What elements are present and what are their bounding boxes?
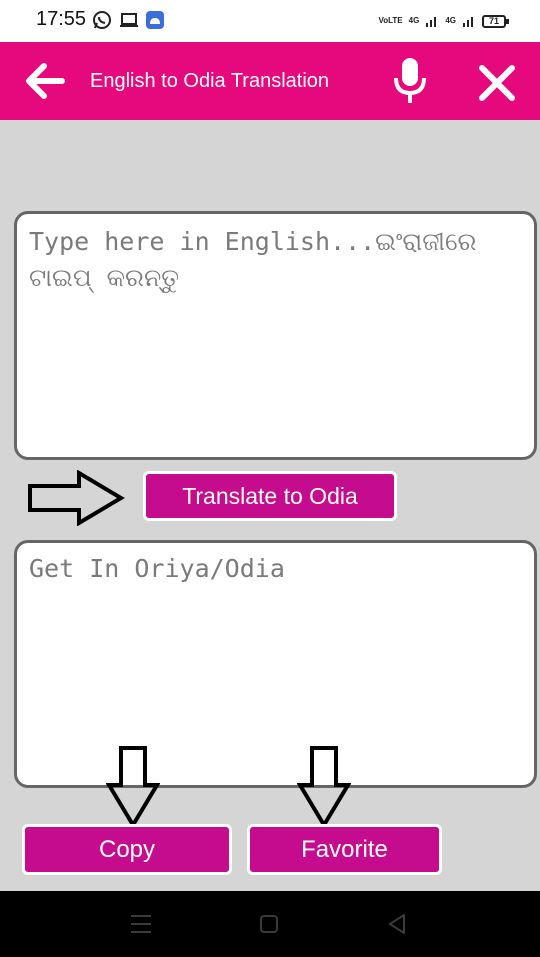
home-icon[interactable] [258, 913, 280, 935]
network-label-2: 4G [445, 16, 456, 25]
odia-output-box [14, 540, 537, 788]
arrow-down-icon [297, 746, 351, 829]
status-bar: 17:55 VoLTE 4G 4G 71 [0, 0, 540, 42]
arrow-right-icon [28, 470, 125, 526]
app-bar: English to Odia Translation [0, 42, 540, 120]
battery-icon: 71 [482, 14, 509, 28]
notification-icons [92, 10, 164, 30]
translate-button[interactable]: Translate to Odia [143, 471, 397, 521]
odia-output[interactable] [29, 551, 522, 777]
microphone-icon[interactable] [388, 56, 432, 106]
favorite-button[interactable]: Favorite [247, 824, 442, 875]
status-time: 17:55 [36, 8, 87, 30]
system-icons: VoLTE 4G 4G 71 [378, 14, 509, 28]
laptop-icon [120, 13, 138, 27]
signal-icon [463, 17, 473, 27]
page-title: English to Odia Translation [90, 70, 330, 92]
arrow-left-icon[interactable] [22, 58, 68, 104]
android-icon [146, 11, 164, 29]
english-input[interactable] [29, 224, 522, 447]
copy-button[interactable]: Copy [22, 824, 232, 875]
menu-icon[interactable] [129, 913, 153, 935]
signal-icon [426, 17, 437, 27]
close-icon[interactable] [474, 60, 520, 106]
navigation-bar [0, 891, 540, 957]
network-label-1: 4G [408, 16, 420, 25]
back-icon[interactable] [386, 912, 408, 936]
english-input-box [14, 211, 537, 460]
volte-label: VoLTE [378, 16, 403, 25]
arrow-down-icon [106, 746, 160, 829]
whatsapp-icon [93, 11, 111, 29]
